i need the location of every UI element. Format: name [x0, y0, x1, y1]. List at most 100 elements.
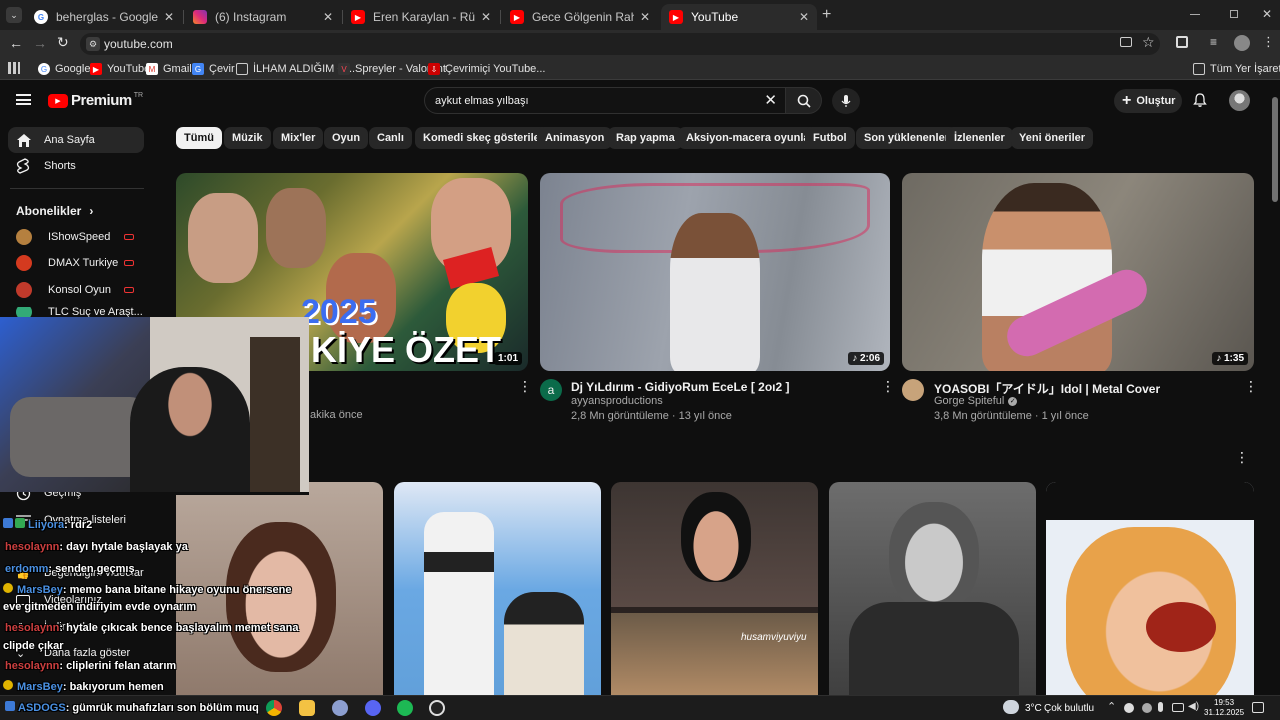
forward-icon[interactable]: → [33, 35, 47, 51]
chip-music[interactable]: Müzik [224, 127, 271, 149]
shelf-menu-icon[interactable]: ⋮ [1235, 449, 1249, 466]
site-info-icon[interactable]: ⚙ [86, 37, 100, 51]
bookmark-star-icon[interactable]: ☆ [1142, 34, 1155, 51]
minimize-icon[interactable] [1190, 14, 1200, 15]
short-thumbnail[interactable]: husamviyuviyu [611, 482, 818, 695]
address-bar[interactable]: ⚙ youtube.com ☆ [80, 33, 1160, 55]
chip-action-adventure[interactable]: Aksiyon-macera oyunları [678, 127, 825, 149]
chip-watched[interactable]: İzlenenler [946, 127, 1013, 149]
network-icon[interactable] [1172, 703, 1184, 712]
tab-youtube[interactable]: ▶ YouTube ✕ [661, 4, 817, 30]
media-icon[interactable]: ≡ [1210, 35, 1217, 49]
install-app-icon[interactable] [1120, 37, 1132, 47]
bookmark-google[interactable]: G Google [38, 61, 90, 77]
video-channel[interactable]: Gorge Spiteful ✓ [934, 395, 1018, 407]
chip-comedy[interactable]: Komedi skeç gösterileri [415, 127, 556, 149]
channel-avatar[interactable] [902, 379, 924, 401]
tab-search-icon[interactable]: ⌄ [6, 7, 22, 23]
tab-instagram[interactable]: (6) Instagram ✕ [185, 4, 341, 30]
chip-new-to-you[interactable]: Yeni öneriler [1011, 127, 1094, 149]
video-menu-icon[interactable]: ⋮ [518, 378, 532, 395]
sidebar-item-shorts[interactable]: Shorts [8, 153, 144, 179]
chip-rap[interactable]: Rap yapma [608, 127, 683, 149]
video-thumbnail[interactable]: ♪ 1:35 [902, 173, 1254, 371]
weather-icon[interactable] [1003, 700, 1019, 714]
account-avatar[interactable] [1229, 90, 1250, 111]
channel-avatar[interactable]: a [540, 379, 562, 401]
all-bookmarks[interactable]: Tüm Yer İşaretleri [1193, 61, 1280, 77]
short-thumbnail[interactable] [1046, 482, 1254, 695]
chip-mixes[interactable]: Mix'ler [273, 127, 324, 149]
chat-username: MarsBey [17, 584, 63, 596]
close-icon[interactable]: ✕ [640, 10, 650, 24]
hamburger-menu-icon[interactable] [16, 94, 31, 105]
search-box[interactable]: aykut elmas yılbaşı ✕ [424, 87, 786, 114]
chip-live[interactable]: Canlı [369, 127, 412, 149]
video-channel[interactable]: ayyansproductions [571, 395, 663, 407]
tab-gece-golgenin[interactable]: ▶ Gece Gölgenin Rahatına Bak - ( ✕ [502, 4, 658, 30]
tab-eren-karaylan[interactable]: ▶ Eren Karaylan - Rüyalara Sor - ✕ [343, 4, 499, 30]
youtube-logo[interactable]: ▶ Premium TR [48, 92, 143, 109]
apps-grid-icon[interactable] [8, 62, 20, 74]
video-title[interactable]: Dj YıLdırım - GidiyoRum EceLe [ 2oı2 ] [571, 380, 789, 394]
chrome-icon[interactable] [266, 700, 282, 716]
tray-app-icon[interactable] [1142, 703, 1152, 713]
scrollbar-track[interactable] [1272, 93, 1278, 691]
close-window-icon[interactable]: ✕ [1262, 7, 1272, 21]
clear-search-icon[interactable]: ✕ [764, 91, 777, 109]
sidebar-channel-tlc[interactable]: TLC Suç ve Araşt... [16, 307, 143, 317]
chat-text: : hytale çıkıcak bence başlayalım memet … [59, 622, 299, 634]
sidebar-channel-dmax[interactable]: DMAX Turkiye [16, 253, 134, 273]
file-explorer-icon[interactable] [299, 700, 315, 716]
sidebar-item-home[interactable]: Ana Sayfa [8, 127, 144, 153]
tab-google[interactable]: G beherglas - Google'da Ara ✕ [26, 4, 182, 30]
obs-icon[interactable] [429, 700, 445, 716]
notifications-bell-icon[interactable] [1192, 92, 1208, 113]
subscriptions-header[interactable]: Abonelikler › [16, 204, 93, 218]
close-icon[interactable]: ✕ [799, 10, 809, 24]
reload-icon[interactable]: ↻ [57, 34, 69, 51]
notifications-icon[interactable] [1252, 702, 1264, 713]
chip-animation[interactable]: Animasyon [537, 127, 613, 149]
profile-avatar[interactable] [1234, 35, 1250, 51]
close-icon[interactable]: ✕ [481, 10, 491, 24]
tray-chevron-icon[interactable]: ⌃ [1107, 700, 1116, 713]
close-icon[interactable]: ✕ [164, 10, 174, 24]
back-icon[interactable]: ← [9, 35, 23, 51]
menu-kebab-icon[interactable]: ⋮ [1262, 34, 1275, 50]
app-icon[interactable] [332, 700, 348, 716]
restore-icon[interactable] [1230, 10, 1238, 18]
bookmark-gmail[interactable]: M Gmail [146, 61, 192, 77]
video-menu-icon[interactable]: ⋮ [881, 378, 895, 395]
tray-app-icon[interactable] [1124, 703, 1134, 713]
voice-search-button[interactable] [832, 88, 860, 114]
chat-username: hesolaynn [5, 622, 60, 634]
short-thumbnail[interactable] [829, 482, 1036, 695]
close-icon[interactable]: ✕ [323, 10, 333, 24]
clock-date[interactable]: 31.12.2025 [1204, 708, 1244, 717]
new-tab-button[interactable]: + [822, 6, 831, 24]
bookmark-cevir[interactable]: G Çevir [192, 61, 235, 77]
microphone-tray-icon[interactable] [1158, 702, 1163, 712]
bookmark-youtube[interactable]: ▶ YouTube [90, 61, 150, 77]
short-thumbnail[interactable] [394, 482, 601, 695]
search-input[interactable]: aykut elmas yılbaşı [435, 95, 529, 107]
sidebar-channel-ishowspeed[interactable]: IShowSpeed [16, 227, 134, 247]
volume-icon[interactable]: ◀) [1188, 701, 1199, 712]
chip-gaming[interactable]: Oyun [324, 127, 369, 149]
bookmark-cevrimici[interactable]: ⇩ Çevrimiçi YouTube... [428, 61, 545, 77]
extensions-icon[interactable] [1176, 36, 1188, 48]
thumbnail-black-bar [1046, 482, 1254, 520]
clock-time[interactable]: 19:53 [1214, 698, 1234, 707]
chip-all[interactable]: Tümü [176, 127, 222, 149]
search-button[interactable] [786, 87, 822, 114]
chip-recently-uploaded[interactable]: Son yüklenenler [856, 127, 957, 149]
sidebar-channel-konsol-oyun[interactable]: Konsol Oyun [16, 280, 134, 300]
video-thumbnail[interactable]: ♪ 2:06 [540, 173, 890, 371]
video-menu-icon[interactable]: ⋮ [1244, 378, 1258, 395]
discord-icon[interactable] [365, 700, 381, 716]
scrollbar-thumb[interactable] [1272, 97, 1278, 202]
spotify-icon[interactable] [397, 700, 413, 716]
chip-football[interactable]: Futbol [805, 127, 855, 149]
create-button[interactable]: + Oluştur [1114, 89, 1182, 113]
